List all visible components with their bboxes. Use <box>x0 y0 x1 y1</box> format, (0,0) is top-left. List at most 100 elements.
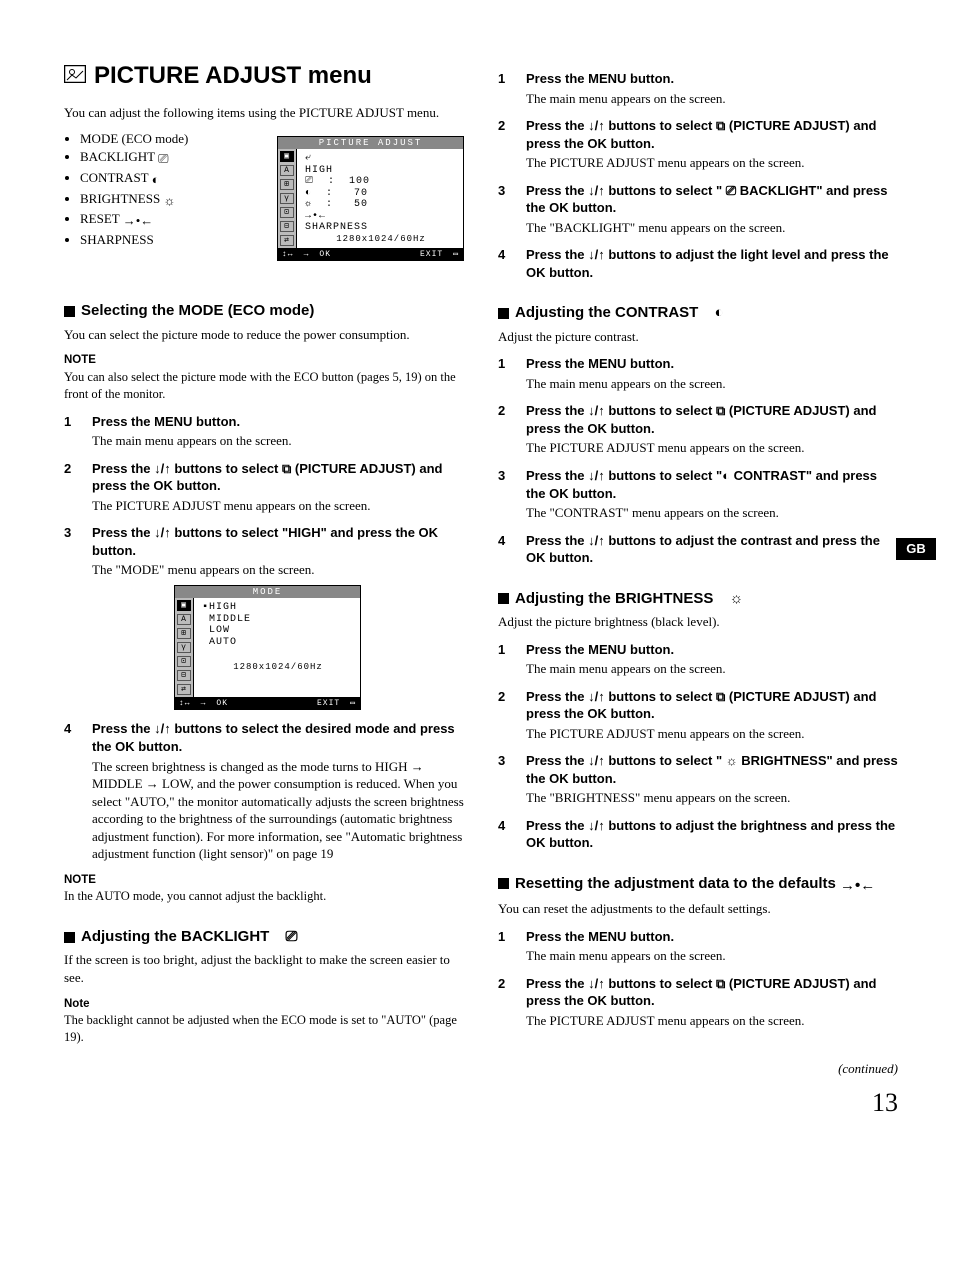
step-number: 1 <box>498 70 514 107</box>
note-heading: NOTE <box>64 873 464 889</box>
step-head: Press the ↓/↑ buttons to select ⧉ (PICTU… <box>526 688 898 723</box>
osd-footer-exit: EXIT <box>317 699 340 708</box>
osd-opt: MIDDLE <box>209 614 251 625</box>
language-tab: GB <box>896 538 936 560</box>
note-body: The backlight cannot be adjusted when th… <box>64 1012 464 1046</box>
step-number: 4 <box>498 532 514 567</box>
step-head: Press the ↓/↑ buttons to select "HIGH" a… <box>92 524 464 559</box>
osd-val-brightness: 50 <box>354 199 368 210</box>
note-body: You can also select the picture mode wit… <box>64 369 464 403</box>
step-number: 2 <box>498 117 514 172</box>
section-reset-desc: You can reset the adjustments to the def… <box>498 900 898 918</box>
step-head: Press the ↓/↑ buttons to adjust the ligh… <box>526 246 898 281</box>
step-head: Press the ↓/↑ buttons to select ⧉ (PICTU… <box>526 402 898 437</box>
reset-icon: →•← <box>840 876 875 896</box>
osd-opt: AUTO <box>209 637 237 648</box>
step-desc: The "CONTRAST" menu appears on the scree… <box>526 504 898 522</box>
step-head: Press the MENU button. <box>526 70 898 88</box>
osd-val-backlight: 100 <box>349 176 370 187</box>
osd-picture-adjust: PICTURE ADJUST ▣A⊞γ⊡⊟⇄ ⤶ HIGH ⎚ : 100 ◐ … <box>277 136 464 262</box>
osd-sidebar: ▣A⊞γ⊡⊟⇄ <box>278 149 297 248</box>
step-head: Press the MENU button. <box>526 355 898 373</box>
step-desc: The PICTURE ADJUST menu appears on the s… <box>526 1012 898 1030</box>
step-head: Press the ↓/↑ buttons to adjust the cont… <box>526 532 898 567</box>
step-desc: The "BRIGHTNESS" menu appears on the scr… <box>526 789 898 807</box>
intro-text: You can adjust the following items using… <box>64 104 464 122</box>
step-number: 4 <box>64 720 80 862</box>
right-column: 1Press the MENU button.The main menu app… <box>498 60 898 1128</box>
osd-footer-ok: OK <box>319 250 331 259</box>
step-number: 1 <box>498 928 514 965</box>
section-reset: Resetting the adjustment data to the def… <box>498 874 898 896</box>
contrast-icon: ◐ <box>152 171 160 189</box>
continued-label: (continued) <box>498 1060 898 1078</box>
step-number: 2 <box>498 688 514 743</box>
step-desc: The main menu appears on the screen. <box>526 90 898 108</box>
step-desc: The "BACKLIGHT" menu appears on the scre… <box>526 219 898 237</box>
backlight-steps: 1 Press the MENU button. The main menu app… <box>498 70 898 281</box>
step-number: 3 <box>498 467 514 522</box>
mode-steps-cont: 4 Press the ↓/↑ buttons to select the des… <box>64 720 464 862</box>
contrast-steps: 1 Press the MENU button. The main menu app… <box>498 355 898 566</box>
step-desc: The PICTURE ADJUST menu appears on the s… <box>526 154 898 172</box>
contrast-icon: ◐ <box>715 303 724 323</box>
section-brightness-desc: Adjust the picture brightness (black lev… <box>498 613 898 631</box>
reset-steps: 1Press the MENU button.The main menu app… <box>498 928 898 1030</box>
step-number: 4 <box>498 817 514 852</box>
left-column: PICTURE ADJUST menu You can adjust the f… <box>64 60 464 1128</box>
osd-resolution: 1280x1024/60Hz <box>202 662 354 672</box>
section-mode: Selecting the MODE (ECO mode) <box>64 301 464 321</box>
osd-resolution: 1280x1024/60Hz <box>305 234 457 244</box>
brightness-icon: ☼ <box>730 589 744 609</box>
osd-opt: HIGH <box>209 602 237 613</box>
osd-mode: MODE ▣A⊞γ⊡⊟⇄ ▪HIGH MIDDLE LOW AUTO 1280x… <box>174 585 361 711</box>
osd-val-contrast: 70 <box>354 188 368 199</box>
section-mode-desc: You can select the picture mode to reduc… <box>64 326 464 344</box>
step-desc: The main menu appears on the screen. <box>526 660 898 678</box>
step-desc: The main menu appears on the screen. <box>92 432 464 450</box>
osd-footer-exit: EXIT <box>420 250 443 259</box>
step-number: 2 <box>64 460 80 515</box>
step-desc: The PICTURE ADJUST menu appears on the s… <box>92 497 464 515</box>
step-number: 4 <box>498 246 514 281</box>
page-title: PICTURE ADJUST menu <box>64 60 464 92</box>
osd-sidebar: ▣A⊞γ⊡⊟⇄ <box>175 598 194 697</box>
step-number: 3 <box>64 524 80 579</box>
note-body: In the AUTO mode, you cannot adjust the … <box>64 888 464 905</box>
step-head: Press the ↓/↑ buttons to select ⧉ (PICTU… <box>526 975 898 1010</box>
section-backlight-desc: If the screen is too bright, adjust the … <box>64 951 464 986</box>
page-number: 13 <box>498 1085 898 1120</box>
step-head: Press the ↓/↑ buttons to adjust the brig… <box>526 817 898 852</box>
reset-icon: →•← <box>123 212 154 230</box>
osd-row-sharpness: SHARPNESS <box>305 222 457 234</box>
section-contrast-desc: Adjust the picture contrast. <box>498 328 898 346</box>
title-text: PICTURE ADJUST menu <box>94 60 372 92</box>
step-number: 2 <box>498 975 514 1030</box>
section-contrast: Adjusting the CONTRAST ◐ <box>498 303 898 323</box>
step-number: 2 <box>498 402 514 457</box>
osd-footer-ok: OK <box>216 699 228 708</box>
step-head: Press the MENU button. <box>526 641 898 659</box>
step-desc: The main menu appears on the screen. <box>526 375 898 393</box>
step-number: 3 <box>498 182 514 237</box>
step-desc: The PICTURE ADJUST menu appears on the s… <box>526 725 898 743</box>
step-head: Press the ↓/↑ buttons to select the desi… <box>92 720 464 755</box>
section-brightness: Adjusting the BRIGHTNESS ☼ <box>498 589 898 609</box>
step-desc: The "MODE" menu appears on the screen. <box>92 561 464 579</box>
step-desc: The screen brightness is changed as the … <box>92 758 464 863</box>
section-backlight: Adjusting the BACKLIGHT ⎚ <box>64 927 464 947</box>
step-head: Press the ↓/↑ buttons to select " ☼ BRIG… <box>526 752 898 787</box>
step-head: Press the ↓/↑ buttons to select ⧉ (PICTU… <box>526 117 898 152</box>
step-head: Press the ↓/↑ buttons to select ⧉ (PICTU… <box>92 460 464 495</box>
step-number: 1 <box>64 413 80 450</box>
step-number: 1 <box>498 355 514 392</box>
step-desc: The PICTURE ADJUST menu appears on the s… <box>526 439 898 457</box>
brightness-steps: 1Press the MENU button.The main menu app… <box>498 641 898 852</box>
step-head: Press the ↓/↑ buttons to select " ⎚ BACK… <box>526 182 898 217</box>
osd-title: PICTURE ADJUST <box>278 137 463 149</box>
brightness-icon: ☼ <box>163 192 175 210</box>
backlight-icon: ⎚ <box>286 927 298 947</box>
backlight-icon: ⎚ <box>158 150 168 168</box>
step-head: Press the MENU button. <box>92 413 464 431</box>
osd-row-high: HIGH <box>305 165 457 177</box>
